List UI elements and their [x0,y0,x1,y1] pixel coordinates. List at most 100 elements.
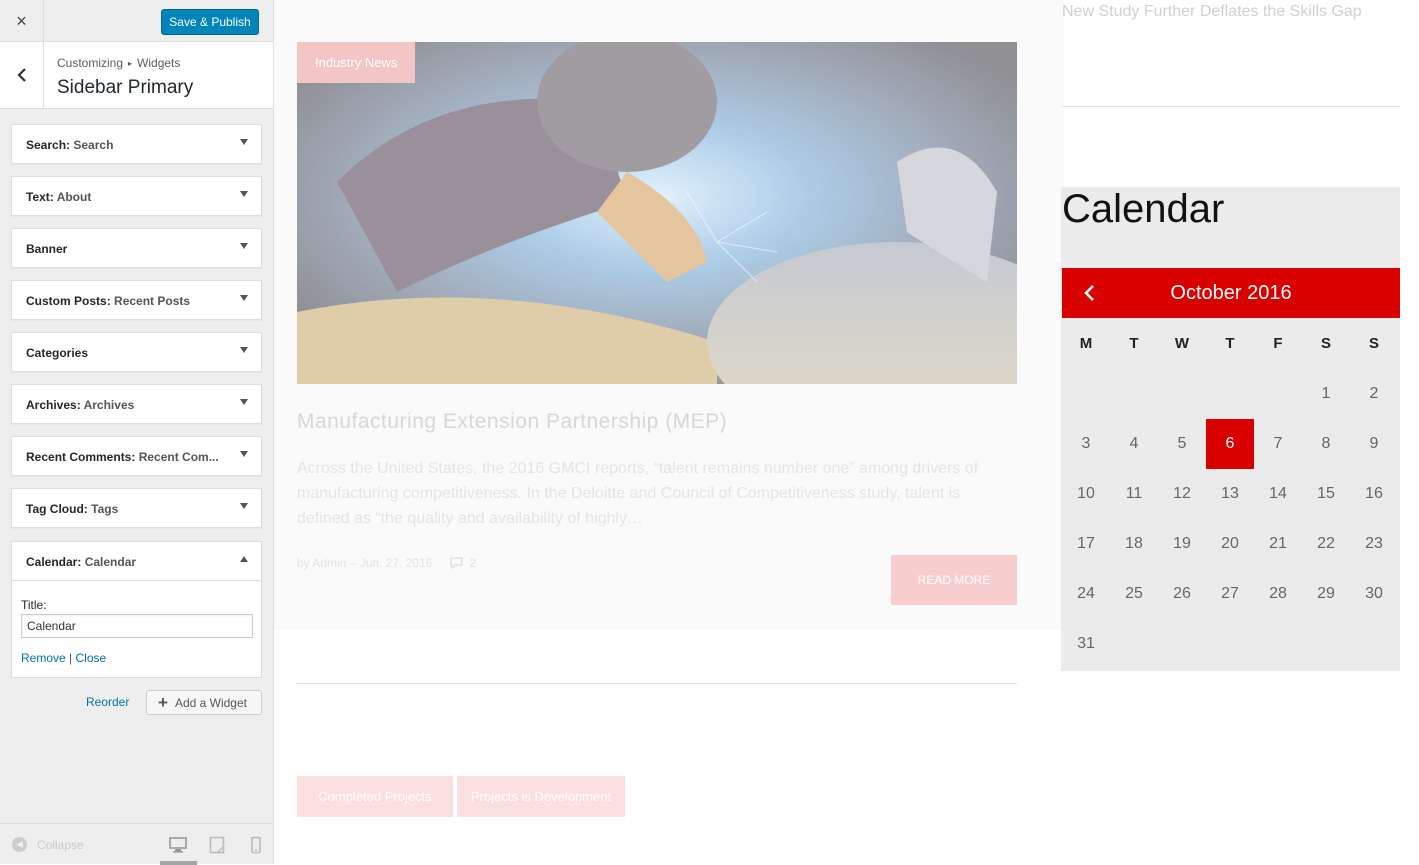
mobile-icon[interactable] [247,836,265,854]
section-title: Sidebar Primary [57,77,194,98]
site-preview: Industry News Manufacturing Extension Pa… [274,0,1419,864]
caret-down-icon[interactable] [240,503,248,509]
calendar-day[interactable]: 28 [1254,569,1302,619]
reorder-link[interactable]: Reorder [86,695,129,709]
calendar-day[interactable]: 15 [1302,469,1350,519]
calendar-day[interactable]: 27 [1206,569,1254,619]
breadcrumb-item: Widgets [137,56,181,70]
save-publish-button[interactable]: Save & Publish [161,9,259,35]
calendar-day[interactable]: 11 [1110,469,1158,519]
calendar-day[interactable]: 9 [1350,419,1398,469]
calendar-day[interactable]: 16 [1350,469,1398,519]
calendar-widget-form: Title: Remove | Close [11,581,262,678]
caret-right-icon: ▸ [128,58,133,68]
calendar-day[interactable]: 14 [1254,469,1302,519]
comments-count[interactable]: 2 [450,556,476,570]
title-input[interactable] [21,614,253,638]
post-meta: by Admin – Jun. 27, 2016 2 [297,556,476,570]
calendar-day[interactable]: 24 [1062,569,1110,619]
widget-banner[interactable]: Banner [11,228,262,268]
calendar-day[interactable]: 22 [1302,519,1350,569]
widget-calendar[interactable]: Calendar: Calendar [11,541,262,581]
desktop-icon[interactable] [169,836,187,854]
calendar-day-today[interactable]: 6 [1206,419,1254,469]
projects-development-button[interactable]: Projects is Development [457,776,625,817]
caret-down-icon[interactable] [240,243,248,249]
add-widget-button[interactable]: + Add a Widget [146,690,262,715]
separator: | [69,651,73,665]
category-tag[interactable]: Industry News [297,42,416,83]
calendar-day[interactable]: 21 [1254,519,1302,569]
post-featured-image[interactable] [297,42,1017,384]
calendar-day-header: T [1225,335,1235,352]
divider [297,683,1017,684]
close-link[interactable]: Close [76,651,107,665]
caret-down-icon[interactable] [240,295,248,301]
widget-title: Text: About [26,190,92,204]
title-label: Title: [21,598,47,612]
widget-archives[interactable]: Archives: Archives [11,384,262,424]
calendar-heading: Calendar [1062,187,1225,231]
tablet-icon[interactable] [208,836,226,854]
calendar-day[interactable]: 3 [1062,419,1110,469]
caret-up-icon[interactable] [240,556,248,562]
calendar-day-header: F [1273,335,1283,352]
read-more-button[interactable]: READ MORE [891,555,1017,605]
close-customizer-button[interactable]: × [0,0,44,42]
widget-recent-comments[interactable]: Recent Comments: Recent Com... [11,436,262,476]
back-button[interactable] [0,42,44,108]
customizer-header: × Save & Publish [0,0,273,42]
calendar-day-header: T [1129,335,1139,352]
calendar-day[interactable]: 19 [1158,519,1206,569]
calendar-day[interactable]: 13 [1206,469,1254,519]
completed-projects-button[interactable]: Completed Projects [297,776,453,817]
calendar-day-header: M [1079,335,1093,352]
widget-tag-cloud[interactable]: Tag Cloud: Tags [11,488,262,528]
widget-title: Archives: Archives [26,398,135,412]
post-title[interactable]: Manufacturing Extension Partnership (MEP… [297,410,727,434]
widget-search[interactable]: Search: Search [11,124,262,164]
widget-text[interactable]: Text: About [11,176,262,216]
calendar-month-bar: October 2016 [1062,268,1400,318]
calendar-day[interactable]: 31 [1062,619,1110,669]
calendar-widget: Calendar October 2016 M T W T F S S 1 2 3 4 5 6 7 8 9 10… [1061,187,1400,671]
calendar-day[interactable]: 2 [1350,369,1398,419]
calendar-day[interactable]: 1 [1302,369,1350,419]
caret-down-icon[interactable] [240,399,248,405]
calendar-day[interactable]: 12 [1158,469,1206,519]
caret-down-icon[interactable] [240,191,248,197]
caret-down-icon[interactable] [240,139,248,145]
calendar-day[interactable]: 23 [1350,519,1398,569]
recent-post-link[interactable]: New Study Further Deflates the Skills Ga… [1062,3,1362,21]
calendar-day[interactable]: 4 [1110,419,1158,469]
calendar-day[interactable]: 5 [1158,419,1206,469]
calendar-month: October 2016 [1170,281,1292,304]
widget-title: Custom Posts: Recent Posts [26,294,191,308]
calendar-day[interactable]: 7 [1254,419,1302,469]
post-excerpt: Across the United States, the 2016 GMCI … [297,460,979,527]
widget-title: Tag Cloud: Tags [26,502,119,516]
widget-title: Categories [26,346,89,360]
widget-custom-posts[interactable]: Custom Posts: Recent Posts [11,280,262,320]
calendar-day[interactable]: 10 [1062,469,1110,519]
calendar-day[interactable]: 25 [1110,569,1158,619]
calendar-day[interactable]: 29 [1302,569,1350,619]
calendar-day[interactable]: 26 [1158,569,1206,619]
close-icon: × [16,10,27,31]
collapse-label: Collapse [37,837,84,852]
collapse-icon: ◀ [12,837,27,852]
active-device-indicator [160,861,197,865]
widget-categories[interactable]: Categories [11,332,262,372]
calendar-day[interactable]: 8 [1302,419,1350,469]
calendar-day[interactable]: 20 [1206,519,1254,569]
calendar-day[interactable]: 17 [1062,519,1110,569]
customizer-footer: ◀ Collapse [0,823,273,865]
caret-down-icon[interactable] [240,347,248,353]
calendar-day[interactable]: 18 [1110,519,1158,569]
calendar-day[interactable]: 30 [1350,569,1398,619]
remove-link[interactable]: Remove [21,651,66,665]
chevron-left-icon[interactable] [1079,282,1101,304]
collapse-button[interactable]: ◀ Collapse [12,837,84,852]
caret-down-icon[interactable] [240,451,248,457]
breadcrumb: Customizing ▸ Widgets [57,56,180,70]
